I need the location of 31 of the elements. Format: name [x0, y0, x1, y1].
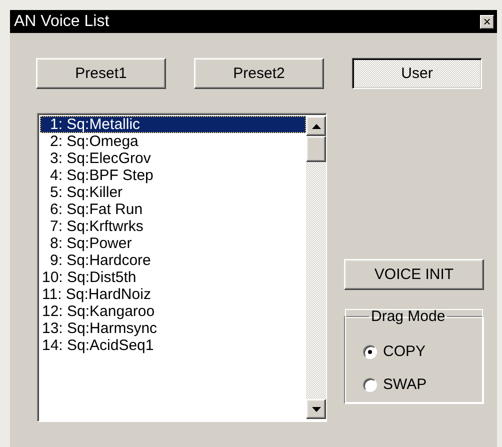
voice-item[interactable]: 10: Sq:Dist5th: [40, 269, 306, 286]
voice-item[interactable]: 12: Sq:Kangaroo: [40, 303, 306, 320]
voice-item[interactable]: 6: Sq:Fat Run: [40, 201, 306, 218]
scroll-down-button[interactable]: [306, 399, 326, 419]
radio-label[interactable]: COPY: [383, 343, 426, 360]
bank-button[interactable]: User: [352, 58, 482, 89]
radio-button[interactable]: [363, 378, 377, 392]
voice-item[interactable]: 4: Sq:BPF Step: [40, 167, 306, 184]
window-title: AN Voice List: [14, 12, 110, 30]
voice-item[interactable]: 14: Sq:AcidSeq1: [40, 337, 306, 354]
bank-button[interactable]: Preset2: [194, 58, 324, 89]
group-title: Drag Mode: [370, 308, 446, 325]
voice-item[interactable]: 5: Sq:Killer: [40, 184, 306, 201]
voice-item[interactable]: 1: Sq:Metallic: [40, 116, 306, 133]
scroll-thumb[interactable]: [306, 136, 326, 162]
voice-item[interactable]: 3: Sq:ElecGrov: [40, 150, 306, 167]
voice-item[interactable]: 11: Sq:HardNoiz: [40, 286, 306, 303]
down-arrow-icon: [312, 406, 320, 412]
voice-item[interactable]: 13: Sq:Harmsync: [40, 320, 306, 337]
scrollbar[interactable]: [306, 116, 326, 419]
up-arrow-icon: [312, 124, 320, 128]
voice-item[interactable]: 9: Sq:Hardcore: [40, 252, 306, 269]
voice-item[interactable]: 2: Sq:Omega: [40, 133, 306, 150]
radio-label[interactable]: SWAP: [383, 376, 427, 393]
bank-button[interactable]: Preset1: [36, 58, 166, 89]
scroll-up-button[interactable]: [306, 116, 326, 136]
close-button[interactable]: ×: [480, 14, 494, 28]
voice-init-button[interactable]: VOICE INIT: [344, 259, 484, 290]
voice-item[interactable]: 8: Sq:Power: [40, 235, 306, 252]
voice-item[interactable]: 7: Sq:Krftwrks: [40, 218, 306, 235]
radio-button[interactable]: [363, 344, 377, 358]
